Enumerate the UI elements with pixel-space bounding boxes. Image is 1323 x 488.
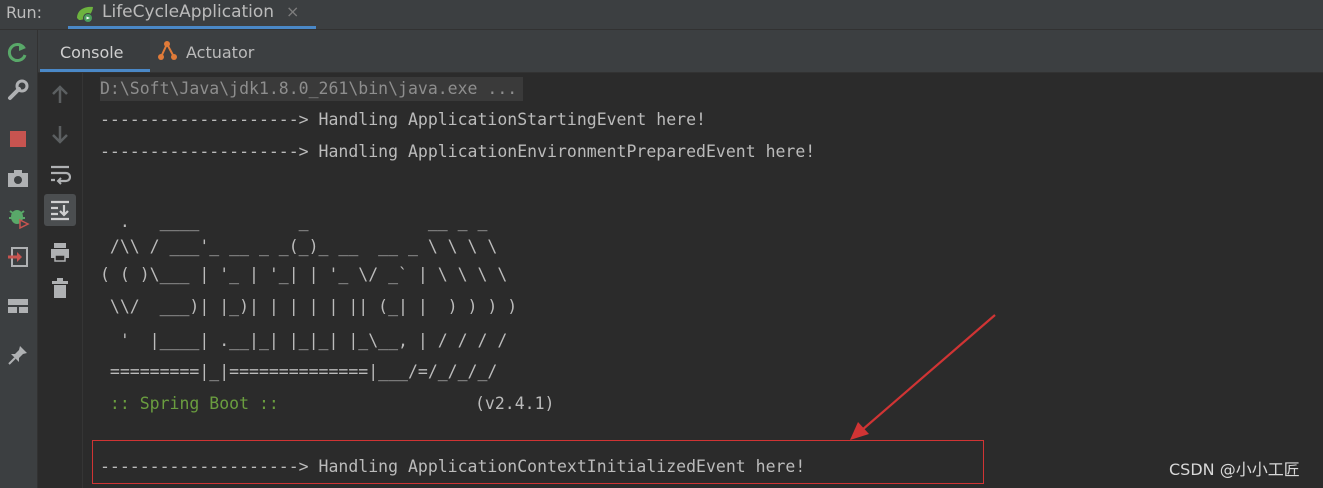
spring-boot-icon <box>74 4 96 28</box>
spring-boot-version: (v2.4.1) <box>475 394 555 413</box>
console-tab-strip: Console Actuator <box>38 30 1323 73</box>
scroll-to-end-button[interactable] <box>44 194 76 226</box>
log-line-starting-event: --------------------> Handling Applicati… <box>100 110 706 129</box>
trash-icon[interactable] <box>49 277 71 299</box>
down-arrow-icon[interactable] <box>49 123 71 145</box>
console-output[interactable]: D:\Soft\Java\jdk1.8.0_261\bin\java.exe .… <box>83 73 1323 488</box>
debug-icon[interactable] <box>6 205 30 230</box>
run-tab-lifecycle-application[interactable]: LifeCycleApplication × <box>68 0 316 29</box>
run-label: Run: <box>6 3 43 22</box>
console-toolbar <box>38 73 83 488</box>
print-icon[interactable] <box>49 241 71 263</box>
spring-banner-line: =========|_|==============|___/=/_/_/_/ <box>100 362 498 381</box>
wrench-icon[interactable] <box>6 78 30 102</box>
camera-icon[interactable] <box>6 166 30 190</box>
tab-console[interactable]: Console <box>40 30 150 72</box>
spring-banner-line: . ____ _ __ _ _ <box>100 212 488 231</box>
spring-banner-line: /\\ / ___'_ __ _ _(_)_ __ __ _ \ \ \ \ <box>100 237 498 256</box>
stop-icon[interactable] <box>6 127 30 151</box>
java-command-line: D:\Soft\Java\jdk1.8.0_261\bin\java.exe .… <box>100 77 524 101</box>
spring-banner-line: ' |____| .__|_| |_|_| |_\__, | / / / / <box>100 331 508 350</box>
log-line-environment-prepared-event: --------------------> Handling Applicati… <box>100 142 816 161</box>
spring-boot-label: :: Spring Boot :: <box>100 394 279 413</box>
soft-wrap-icon[interactable] <box>49 163 72 185</box>
tab-actuator[interactable]: Actuator <box>156 30 296 72</box>
pin-icon[interactable] <box>6 343 30 367</box>
run-left-toolbar <box>0 30 38 488</box>
rerun-icon[interactable] <box>6 40 30 64</box>
annotation-arrow-icon <box>850 314 996 440</box>
csdn-watermark: CSDN @小小工匠 <box>1169 460 1300 479</box>
run-tab-title: LifeCycleApplication <box>102 2 275 22</box>
spring-banner-line: ( ( )\___ | '_ | '_| | '_ \/ _` | \ \ \ … <box>100 265 508 284</box>
actuator-icon <box>156 40 180 66</box>
exit-icon[interactable] <box>6 245 30 269</box>
up-arrow-icon[interactable] <box>49 84 71 106</box>
run-toolbar: Run: LifeCycleApplication × <box>0 0 1323 30</box>
scroll-to-end-icon <box>49 199 71 225</box>
spring-banner-line: \\/ ___)| |_)| | | | | || (_| | ) ) ) ) <box>100 297 518 316</box>
layout-icon[interactable] <box>6 294 30 318</box>
close-tab-icon[interactable]: × <box>286 2 299 21</box>
tab-console-label: Console <box>60 43 124 62</box>
tab-actuator-label: Actuator <box>186 43 255 62</box>
